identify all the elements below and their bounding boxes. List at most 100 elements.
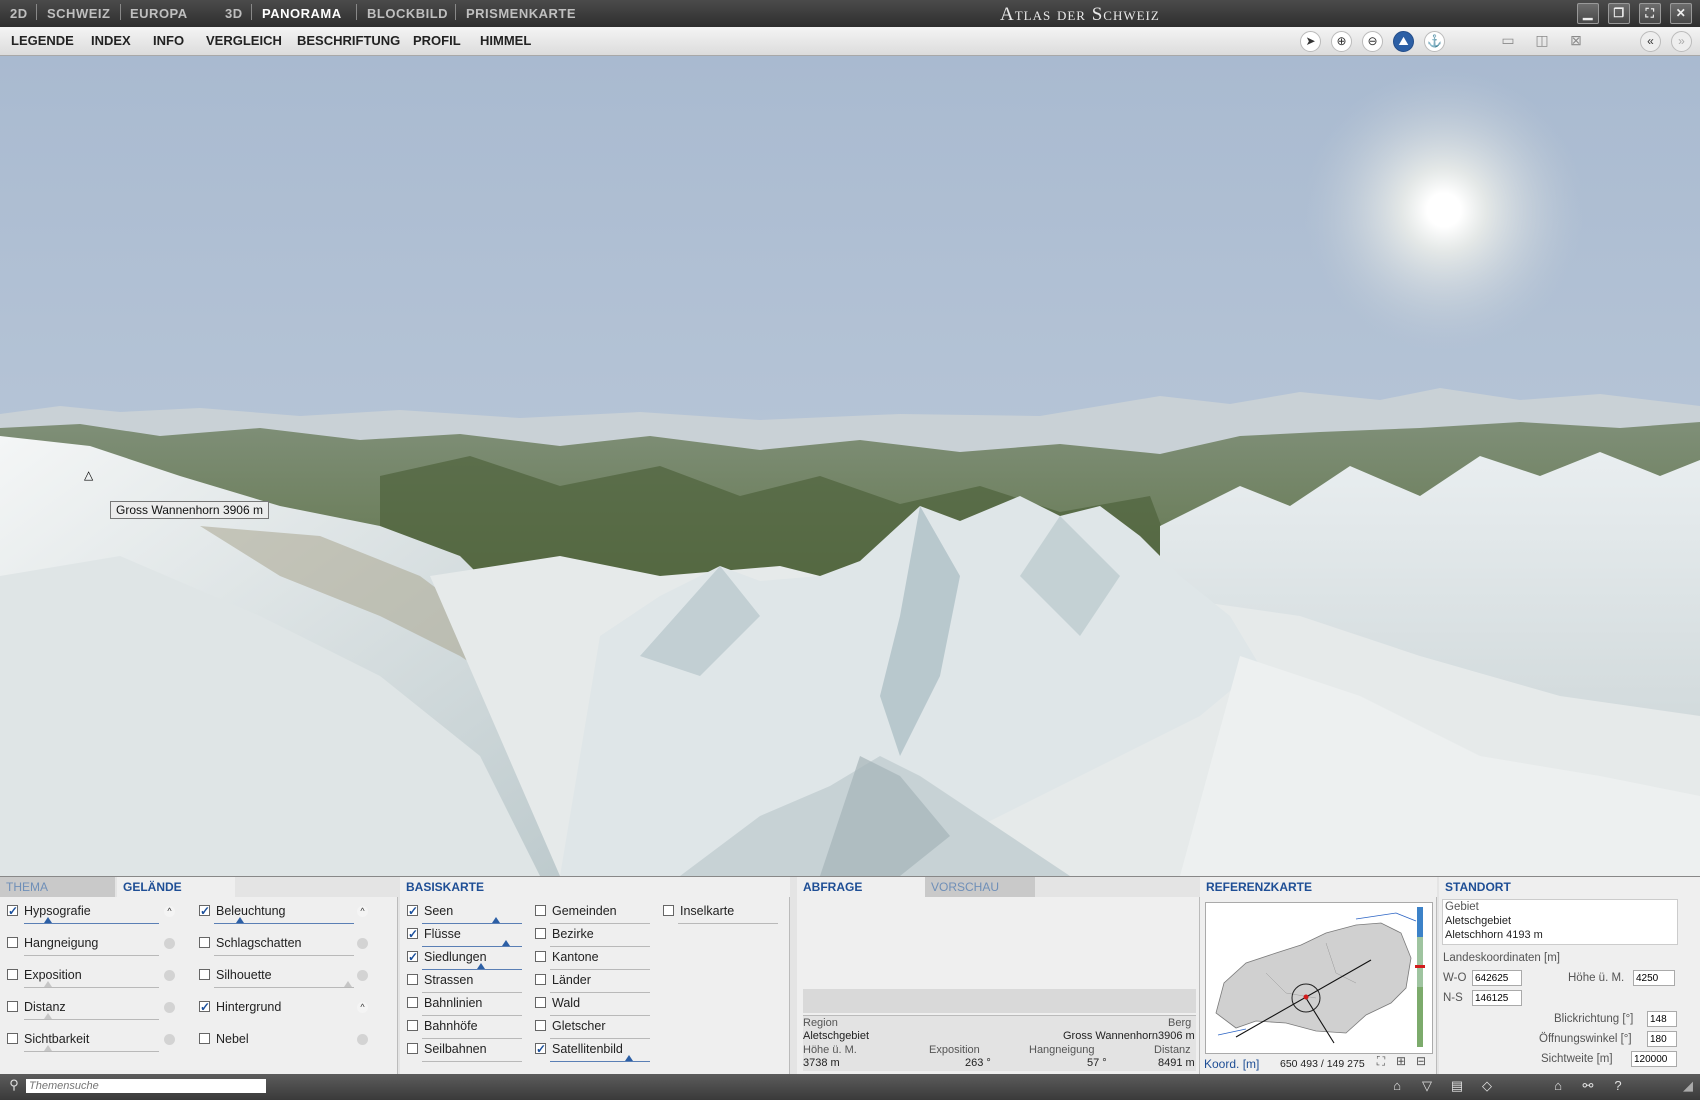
compass-icon[interactable]: ⚓ bbox=[1424, 31, 1445, 52]
option-distanz[interactable]: Distanz bbox=[7, 999, 66, 1017]
tab-vorschau[interactable]: VORSCHAU bbox=[925, 877, 1035, 897]
silhouette-slider[interactable] bbox=[214, 981, 354, 988]
layer-gletscher[interactable]: Gletscher bbox=[535, 1018, 606, 1036]
fluesse-slider[interactable] bbox=[422, 940, 522, 947]
checkbox[interactable] bbox=[535, 974, 546, 985]
bahnlinien-slider[interactable] bbox=[422, 1015, 522, 1016]
layer-bahnhoefe[interactable]: Bahnhöfe bbox=[407, 1018, 478, 1036]
resize-grip-icon[interactable]: ◢ bbox=[1678, 1078, 1698, 1096]
strassen-slider[interactable] bbox=[422, 992, 522, 993]
distanz-slider[interactable] bbox=[24, 1013, 159, 1020]
kantone-slider[interactable] bbox=[550, 969, 650, 970]
mode-europa[interactable]: EUROPA bbox=[130, 6, 188, 21]
collapse-left-icon[interactable]: « bbox=[1640, 31, 1661, 52]
tab-referenzkarte[interactable]: REFERENZKARTE bbox=[1200, 877, 1437, 897]
wald-slider[interactable] bbox=[550, 1015, 650, 1016]
mode-prismenkarte[interactable]: PRISMENKARTE bbox=[466, 6, 576, 21]
checkbox[interactable] bbox=[407, 903, 418, 919]
checkbox[interactable] bbox=[7, 1033, 18, 1044]
print-icon[interactable]: ▤ bbox=[1447, 1078, 1467, 1096]
slider-knob[interactable] bbox=[625, 1055, 633, 1061]
minimize-icon[interactable]: ▁ bbox=[1577, 3, 1599, 24]
help-icon[interactable]: ? bbox=[1608, 1078, 1628, 1096]
option-hintergrund[interactable]: Hintergrund bbox=[199, 999, 281, 1017]
mode-panorama[interactable]: PANORAMA bbox=[262, 6, 342, 21]
close-icon[interactable]: ✕ bbox=[1670, 3, 1692, 24]
layer-laender[interactable]: Länder bbox=[535, 972, 591, 990]
map-zoom-out-icon[interactable]: ⊟ bbox=[1411, 1054, 1431, 1072]
slider-knob[interactable] bbox=[44, 1045, 52, 1051]
map-fullscreen-icon[interactable]: ⛶ bbox=[1371, 1054, 1391, 1072]
checkbox[interactable] bbox=[535, 905, 546, 916]
folder-icon[interactable]: ⌂ bbox=[1387, 1078, 1407, 1096]
checkbox[interactable] bbox=[535, 1020, 546, 1031]
ns-input[interactable] bbox=[1472, 990, 1522, 1006]
tab-thema[interactable]: THEMA bbox=[0, 877, 115, 897]
slider-knob[interactable] bbox=[492, 917, 500, 923]
satellitenbild-slider[interactable] bbox=[550, 1055, 650, 1062]
slider-knob[interactable] bbox=[502, 940, 510, 946]
layer-strassen[interactable]: Strassen bbox=[407, 972, 473, 990]
laender-slider[interactable] bbox=[550, 992, 650, 993]
fullscreen-icon[interactable]: ⛶ bbox=[1639, 3, 1661, 24]
checkbox[interactable] bbox=[535, 951, 546, 962]
expand-icon[interactable] bbox=[357, 938, 368, 949]
slider-knob[interactable] bbox=[344, 981, 352, 987]
tab-standort[interactable]: STANDORT bbox=[1439, 877, 1700, 897]
seilbahnen-slider[interactable] bbox=[422, 1061, 522, 1062]
checkbox[interactable] bbox=[407, 926, 418, 942]
checkbox[interactable] bbox=[199, 969, 210, 980]
menu-index[interactable]: INDEX bbox=[91, 33, 131, 48]
layer-kantone[interactable]: Kantone bbox=[535, 949, 599, 967]
bahnhoefe-slider[interactable] bbox=[422, 1038, 522, 1039]
layer-inselkarte[interactable]: Inselkarte bbox=[663, 903, 734, 921]
mode-3d-label[interactable]: 3D bbox=[225, 6, 243, 21]
checkbox[interactable] bbox=[407, 1043, 418, 1054]
checkbox[interactable] bbox=[7, 903, 18, 919]
hangneigung-slider[interactable] bbox=[24, 955, 159, 956]
layer-seen[interactable]: Seen bbox=[407, 903, 453, 921]
bookmark-icon[interactable]: ▽ bbox=[1417, 1078, 1437, 1096]
bezirke-slider[interactable] bbox=[550, 946, 650, 947]
slider-knob[interactable] bbox=[236, 917, 244, 923]
sichtbarkeit-slider[interactable] bbox=[24, 1045, 159, 1052]
seen-slider[interactable] bbox=[422, 917, 522, 924]
checkbox[interactable] bbox=[535, 997, 546, 1008]
pointer-icon[interactable]: ➤ bbox=[1300, 31, 1321, 52]
checkbox[interactable] bbox=[407, 997, 418, 1008]
checkbox[interactable] bbox=[407, 1020, 418, 1031]
slider-knob[interactable] bbox=[44, 1013, 52, 1019]
expand-icon[interactable] bbox=[164, 970, 175, 981]
blickrichtung-input[interactable] bbox=[1647, 1011, 1677, 1027]
panorama-view[interactable]: △ Gross Wannenhorn 3906 m bbox=[0, 56, 1700, 876]
hoehe-input[interactable] bbox=[1633, 970, 1675, 986]
tab-abfrage[interactable]: ABFRAGE bbox=[797, 877, 927, 897]
sichtweite-input[interactable] bbox=[1631, 1051, 1677, 1067]
layer-wald[interactable]: Wald bbox=[535, 995, 580, 1013]
menu-info[interactable]: INFO bbox=[153, 33, 184, 48]
siedlungen-slider[interactable] bbox=[422, 963, 522, 970]
hypsografie-slider[interactable] bbox=[24, 917, 159, 924]
checkbox[interactable] bbox=[7, 969, 18, 980]
menu-vergleich[interactable]: VERGLEICH bbox=[206, 33, 282, 48]
option-schlagschatten[interactable]: Schlagschatten bbox=[199, 935, 301, 953]
zoom-in-icon[interactable]: ⊕ bbox=[1331, 31, 1352, 52]
tab-basiskarte[interactable]: BASISKARTE bbox=[400, 877, 790, 897]
option-silhouette[interactable]: Silhouette bbox=[199, 967, 272, 985]
expand-icon[interactable] bbox=[164, 1002, 175, 1013]
menu-legende[interactable]: LEGENDE bbox=[11, 33, 74, 48]
gletscher-slider[interactable] bbox=[550, 1038, 650, 1039]
expand-icon[interactable] bbox=[164, 1034, 175, 1045]
layer-gemeinden[interactable]: Gemeinden bbox=[535, 903, 617, 921]
layer-siedlungen[interactable]: Siedlungen bbox=[407, 949, 487, 967]
restore-icon[interactable]: ❐ bbox=[1608, 3, 1630, 24]
layout-horizontal-icon[interactable]: ▭ bbox=[1496, 31, 1520, 52]
checkbox[interactable] bbox=[535, 928, 546, 939]
oeffnungswinkel-input[interactable] bbox=[1647, 1031, 1677, 1047]
checkbox[interactable] bbox=[199, 999, 210, 1015]
expand-icon[interactable]: ^ bbox=[164, 906, 175, 917]
checkbox[interactable] bbox=[199, 903, 210, 919]
slider-knob[interactable] bbox=[44, 981, 52, 987]
exposition-slider[interactable] bbox=[24, 981, 159, 988]
menu-beschriftung[interactable]: BESCHRIFTUNG bbox=[297, 33, 400, 48]
